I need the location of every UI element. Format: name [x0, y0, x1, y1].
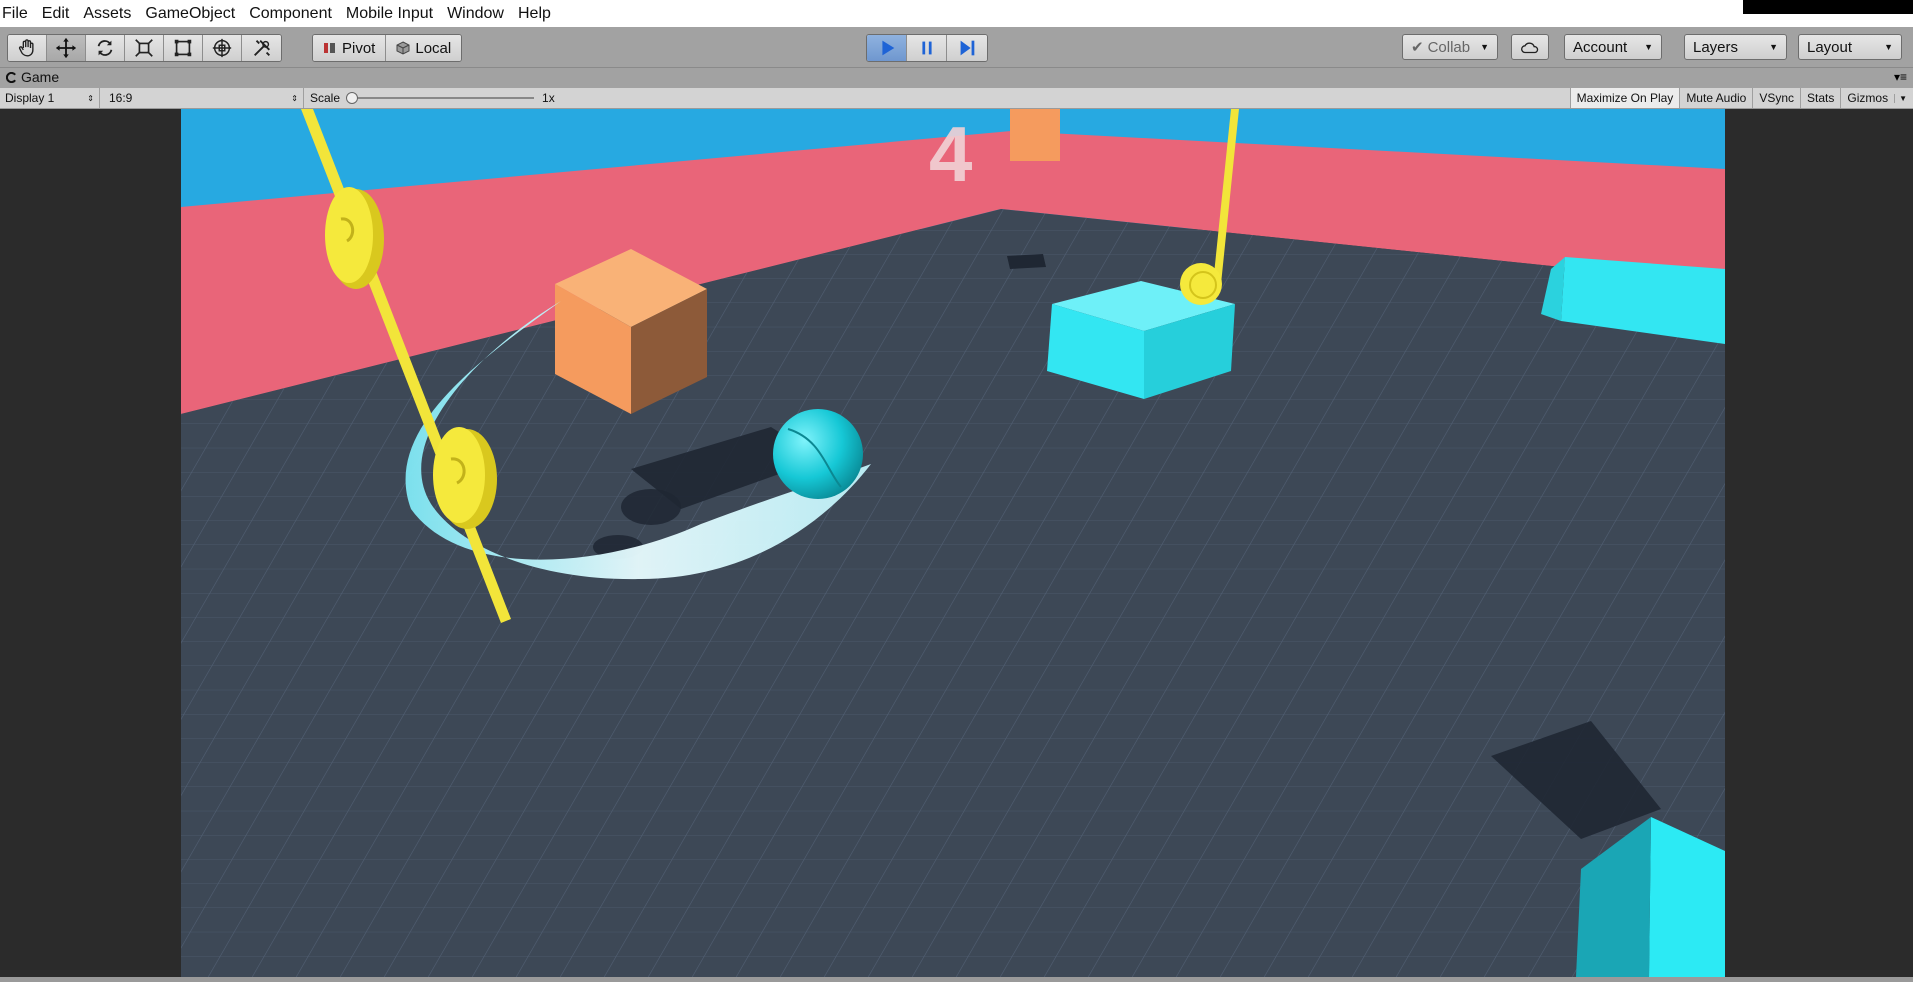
- menu-mobile-input[interactable]: Mobile Input: [339, 5, 440, 23]
- scale-control: Scale 1x: [310, 88, 555, 108]
- menu-file[interactable]: File: [0, 5, 35, 23]
- rotate-icon: [97, 40, 113, 56]
- pause-button[interactable]: [907, 35, 947, 61]
- scale-icon: [135, 39, 153, 57]
- play-icon: [881, 40, 894, 56]
- rect-icon: [174, 39, 192, 57]
- scale-tool-button[interactable]: [125, 35, 164, 61]
- aspect-value: 16:9: [109, 91, 133, 105]
- local-toggle[interactable]: Local: [386, 35, 462, 61]
- collab-dropdown[interactable]: ✔ Collab ▼: [1402, 34, 1498, 60]
- menu-edit[interactable]: Edit: [35, 5, 77, 23]
- display-select[interactable]: Display 1 ⇕: [0, 88, 100, 108]
- hand-icon: [18, 39, 34, 57]
- play-controls: [866, 34, 988, 62]
- game-toggles: Maximize On Play Mute Audio VSync Stats …: [1569, 88, 1913, 108]
- chevron-down-icon: ▼: [1480, 42, 1489, 52]
- transform-tool-button[interactable]: [203, 35, 242, 61]
- move-tool-button[interactable]: [47, 35, 86, 61]
- pivot-toggle[interactable]: Pivot: [313, 35, 387, 61]
- step-icon: [960, 40, 975, 56]
- mute-audio-toggle[interactable]: Mute Audio: [1679, 88, 1752, 108]
- layers-dropdown[interactable]: Layers ▼: [1684, 34, 1787, 60]
- account-label: Account: [1573, 38, 1628, 56]
- rect-tool-button[interactable]: [164, 35, 203, 61]
- scale-value: 1x: [542, 91, 555, 105]
- game-controls-bar: Display 1 ⇕ 16:9 ⇕ Scale 1x Maximize On …: [0, 88, 1913, 109]
- chevron-down-icon: ▼: [1644, 42, 1653, 52]
- distant-orange-cube: [1010, 109, 1060, 161]
- custom-tool-icon: [253, 40, 270, 56]
- updown-icon: ⇕: [291, 93, 298, 103]
- menu-window[interactable]: Window: [440, 5, 511, 23]
- menu-bar: File Edit Assets GameObject Component Mo…: [0, 0, 1913, 27]
- transform-icon: [212, 38, 232, 58]
- stats-toggle[interactable]: Stats: [1800, 88, 1840, 108]
- pivot-label: Pivot: [342, 39, 376, 57]
- hand-tool-button[interactable]: [8, 35, 47, 61]
- coin-icon: [1180, 263, 1222, 305]
- chevron-down-icon: ▼: [1769, 42, 1778, 52]
- chevron-down-icon: ▼: [1884, 42, 1893, 52]
- game-scene: [181, 109, 1725, 977]
- scale-slider-knob[interactable]: [346, 92, 359, 104]
- check-icon: ✔: [1411, 39, 1424, 56]
- toolbar: Pivot Local ✔ Collab ▼ Account ▼ Layers …: [0, 27, 1913, 68]
- collab-label: Collab: [1427, 38, 1471, 56]
- transform-tools: [7, 34, 282, 62]
- shadow: [621, 489, 681, 525]
- window-controls-strip: [1743, 0, 1913, 14]
- custom-tool-button[interactable]: [242, 35, 281, 61]
- gizmos-toggle[interactable]: Gizmos ▼: [1840, 88, 1913, 108]
- cloud-icon: [1521, 42, 1539, 53]
- window-bottom-edge: [0, 977, 1913, 982]
- scale-label: Scale: [310, 91, 341, 105]
- tab-game[interactable]: Game: [6, 69, 59, 85]
- layout-label: Layout: [1807, 38, 1853, 56]
- chevron-down-icon: ▼: [1894, 93, 1907, 103]
- game-tab-icon: [6, 71, 16, 83]
- layers-label: Layers: [1693, 38, 1739, 56]
- aspect-select[interactable]: 16:9 ⇕: [104, 88, 304, 108]
- step-button[interactable]: [947, 35, 987, 61]
- updown-icon: ⇕: [87, 93, 94, 103]
- scale-slider[interactable]: [346, 92, 535, 104]
- pivot-local-group: Pivot Local: [312, 34, 463, 62]
- play-button[interactable]: [867, 35, 907, 61]
- cube-icon: [396, 41, 410, 55]
- vsync-toggle[interactable]: VSync: [1752, 88, 1800, 108]
- menu-assets[interactable]: Assets: [76, 5, 138, 23]
- menu-gameobject[interactable]: GameObject: [138, 5, 242, 23]
- score-counter: 4: [929, 110, 973, 198]
- menu-component[interactable]: Component: [242, 5, 339, 23]
- player-ball: [773, 409, 863, 499]
- tab-strip: Game ▾≡: [0, 68, 1913, 88]
- local-label: Local: [415, 39, 452, 57]
- display-value: Display 1: [5, 91, 55, 105]
- floor-hole: [1007, 254, 1046, 269]
- pivot-icon: [324, 43, 335, 53]
- move-icon: [55, 37, 77, 59]
- layout-dropdown[interactable]: Layout ▼: [1798, 34, 1902, 60]
- game-viewport[interactable]: 4: [181, 109, 1725, 977]
- tab-game-label: Game: [21, 69, 60, 85]
- menu-help[interactable]: Help: [511, 5, 558, 23]
- gizmos-label: Gizmos: [1847, 91, 1889, 105]
- pause-icon: [921, 41, 932, 55]
- rotate-tool-button[interactable]: [86, 35, 125, 61]
- account-dropdown[interactable]: Account ▼: [1564, 34, 1662, 60]
- cloud-button[interactable]: [1511, 34, 1549, 60]
- tab-menu-icon[interactable]: ▾≡: [1894, 70, 1907, 84]
- maximize-on-play-toggle[interactable]: Maximize On Play: [1569, 88, 1680, 108]
